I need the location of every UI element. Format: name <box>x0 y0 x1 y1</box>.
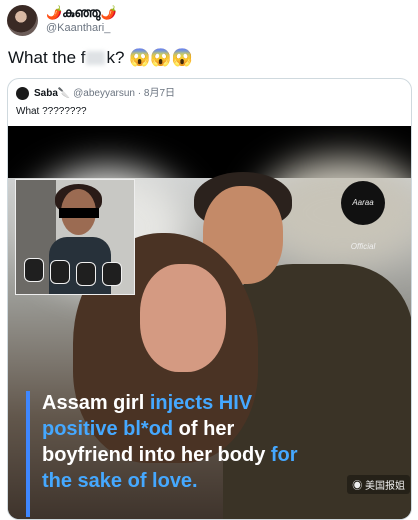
video-frame: Aaraa Official Assam girl injects HIV po… <box>8 158 411 519</box>
microphone-icon <box>76 262 96 286</box>
display-name[interactable]: 🌶️കുഞ്ഞു🌶️ <box>46 5 117 21</box>
scream-emojis: 😱😱😱 <box>129 48 193 67</box>
censor-blur <box>86 51 106 65</box>
tweet-text: What the f k? 😱😱😱 <box>8 46 193 70</box>
microphone-icon <box>24 258 44 282</box>
caption-highlight: for <box>270 444 298 466</box>
watermark-label: ◉ 美国报姐 <box>347 475 410 494</box>
quoted-handle[interactable]: @abeyyarsun <box>73 88 135 99</box>
caption-accent-bar <box>26 391 30 517</box>
woman-face <box>140 264 226 372</box>
quoted-avatar[interactable] <box>16 87 29 100</box>
quoted-date[interactable]: 8月7日 <box>144 88 175 99</box>
caption-line-4: the sake of love. <box>42 470 198 492</box>
microphone-icon <box>102 262 122 286</box>
microphone-icon <box>50 260 70 284</box>
caption-line-2: positive bl*od of her <box>42 417 234 442</box>
channel-badge: Aaraa Official <box>341 181 385 251</box>
profile-avatar[interactable] <box>7 5 38 36</box>
inset-photo <box>15 179 135 295</box>
video-player[interactable]: Aaraa Official Assam girl injects HIV po… <box>8 126 411 519</box>
caption-line-3: boyfriend into her body for <box>42 443 298 468</box>
tweet-text-start: What the f <box>8 48 86 67</box>
caption-highlight: positive bl*od <box>42 418 174 440</box>
quoted-text: What ???????? <box>16 106 87 117</box>
caption-text: boyfriend into her body <box>42 444 271 466</box>
watermark-text: 美国报姐 <box>365 481 405 492</box>
user-handle[interactable]: @Kaanthari_ <box>46 21 110 35</box>
caption-highlight: injects HIV <box>149 392 253 414</box>
quoted-tweet-card[interactable]: Saba🔪 @abeyyarsun · 8月7日 What ???????? A… <box>7 78 412 520</box>
separator-dot: · <box>135 88 144 99</box>
quoted-name[interactable]: Saba🔪 <box>34 88 70 99</box>
caption-text: Assam girl <box>42 392 150 414</box>
censor-bar <box>59 208 99 218</box>
quoted-header: Saba🔪 @abeyyarsun · 8月7日 <box>34 87 175 100</box>
wechat-icon: ◉ <box>352 481 365 492</box>
caption-line-1: Assam girl injects HIV <box>42 391 252 416</box>
tweet-text-end: k? <box>106 48 125 67</box>
caption-text: of her <box>173 418 235 440</box>
